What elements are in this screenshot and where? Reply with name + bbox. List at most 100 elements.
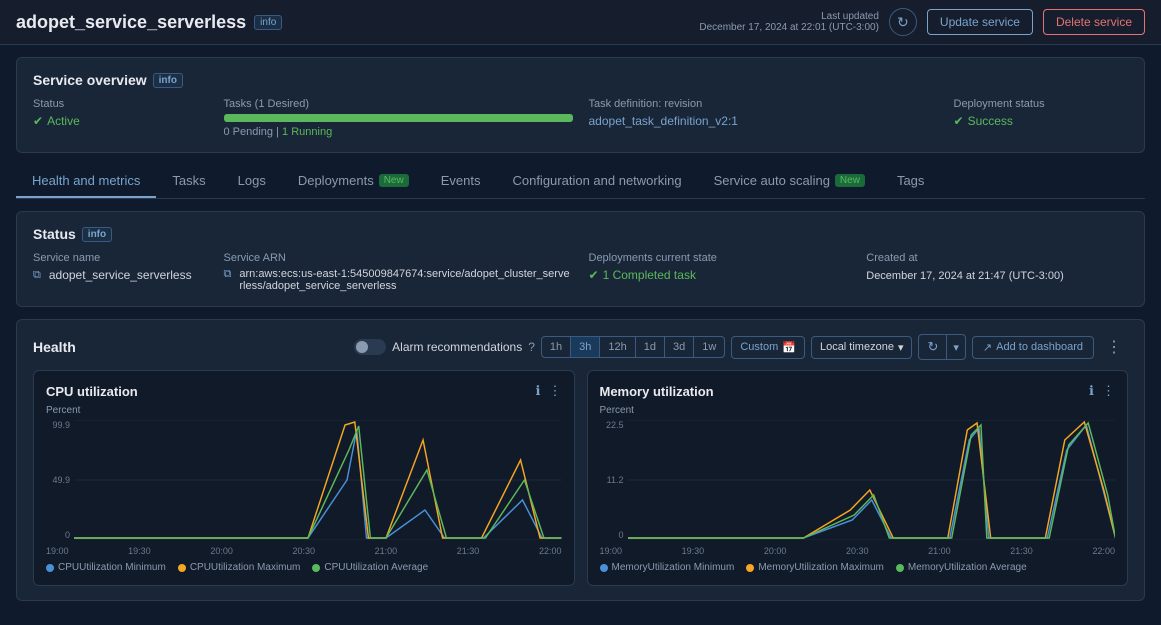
memory-min-dot (600, 564, 608, 572)
tasks-progress-fill (224, 114, 573, 122)
more-options-button[interactable]: ⋮ (1100, 335, 1128, 359)
memory-chart-svg (628, 420, 1116, 540)
header-bar: adopet_service_serverless info Last upda… (0, 0, 1161, 45)
cpu-chart-legend: CPUUtilization Minimum CPUUtilization Ma… (46, 562, 562, 573)
cpu-x-labels: 19:00 19:30 20:00 20:30 21:00 21:30 22:0… (46, 546, 562, 556)
deployment-status-item: Deployment status ✔ Success (954, 98, 1129, 138)
tab-deployments[interactable]: Deployments New (282, 165, 425, 198)
add-to-dashboard-button[interactable]: ↗ Add to dashboard (972, 336, 1094, 359)
created-at-field: Created at December 17, 2024 at 21:47 (U… (866, 252, 1128, 292)
memory-legend-min: MemoryUtilization Minimum (600, 562, 735, 573)
charts-grid: CPU utilization ℹ ⋮ Percent 99.9 49.9 0 (33, 370, 1128, 586)
copy-icon[interactable]: ⧉ (33, 269, 41, 282)
status-card: Status info Service name ⧉ adopet_servic… (16, 211, 1145, 307)
memory-chart-icons: ℹ ⋮ (1089, 383, 1115, 399)
cpu-y-label: Percent (46, 405, 562, 416)
cpu-chart-more-button[interactable]: ⋮ (549, 383, 562, 399)
tasks-item: Tasks (1 Desired) 0 Pending | 1 Running (224, 98, 573, 138)
overview-grid: Status ✔ Active Tasks (1 Desired) 0 Pend… (33, 98, 1128, 138)
time-range-1h[interactable]: 1h (542, 337, 571, 357)
cpu-legend-max: CPUUtilization Maximum (178, 562, 301, 573)
header-info-badge[interactable]: info (254, 15, 282, 30)
tasks-labels: 0 Pending | 1 Running (224, 126, 573, 138)
overview-info-badge[interactable]: info (153, 73, 183, 88)
memory-legend-max: MemoryUtilization Maximum (746, 562, 884, 573)
cpu-chart-icons: ℹ ⋮ (536, 383, 562, 399)
tab-autoscaling[interactable]: Service auto scaling New (698, 165, 881, 198)
memory-avg-dot (896, 564, 904, 572)
last-updated-text: Last updated December 17, 2024 at 22:01 … (699, 11, 879, 33)
alarm-info-icon[interactable]: ? (528, 340, 535, 354)
tab-logs[interactable]: Logs (222, 165, 282, 198)
custom-range-button[interactable]: Custom 📅 (731, 336, 805, 359)
time-range-3d[interactable]: 3d (665, 337, 694, 357)
memory-chart-card: Memory utilization ℹ ⋮ Percent 22.5 11.2… (587, 370, 1129, 586)
task-def-link[interactable]: adopet_task_definition_v2:1 (589, 114, 738, 128)
deployments-state-value: ✔ 1 Completed task (589, 268, 851, 282)
memory-y-axis: 22.5 11.2 0 (600, 420, 628, 540)
health-controls: Alarm recommendations ? 1h 3h 12h 1d 3d … (354, 334, 1128, 360)
calendar-icon: 📅 (782, 341, 796, 354)
update-service-button[interactable]: Update service (927, 9, 1033, 35)
cpu-legend-min: CPUUtilization Minimum (46, 562, 166, 573)
deployments-new-badge: New (379, 174, 409, 187)
refresh-chart-button[interactable]: ↻ (919, 335, 947, 359)
alarm-toggle-group: Alarm recommendations ? (354, 339, 535, 355)
refresh-btn-group: ↻ ▾ (918, 334, 965, 360)
cpu-chart-svg (74, 420, 562, 540)
chevron-down-icon: ▾ (898, 341, 904, 354)
cpu-min-dot (46, 564, 54, 572)
cpu-max-dot (178, 564, 186, 572)
status-info-badge[interactable]: info (82, 227, 112, 242)
tab-tags[interactable]: Tags (881, 165, 940, 198)
deployment-status-value: ✔ Success (954, 114, 1129, 128)
tab-tasks[interactable]: Tasks (156, 165, 221, 198)
time-range-group: 1h 3h 12h 1d 3d 1w (541, 336, 725, 358)
memory-chart-header: Memory utilization ℹ ⋮ (600, 383, 1116, 399)
tabs-bar: Health and metrics Tasks Logs Deployment… (16, 165, 1145, 199)
service-name-field: Service name ⧉ adopet_service_serverless (33, 252, 208, 292)
cpu-chart-area (74, 420, 562, 543)
health-title: Health (33, 339, 76, 355)
time-range-12h[interactable]: 12h (600, 337, 635, 357)
service-arn-link[interactable]: arn:aws:ecs:us-east-1:545009847674:servi… (239, 268, 572, 292)
refresh-button[interactable]: ↻ (889, 8, 917, 36)
memory-chart-more-button[interactable]: ⋮ (1102, 383, 1115, 399)
tab-events[interactable]: Events (425, 165, 497, 198)
memory-chart-title: Memory utilization (600, 384, 714, 399)
refresh-dropdown-button[interactable]: ▾ (947, 335, 965, 359)
memory-x-labels: 19:00 19:30 20:00 20:30 21:00 21:30 22:0… (600, 546, 1116, 556)
health-card: Health Alarm recommendations ? 1h 3h 12h… (16, 319, 1145, 601)
autoscaling-new-badge: New (835, 174, 865, 187)
status-grid: Service name ⧉ adopet_service_serverless… (33, 252, 1128, 292)
tasks-progress-bar (224, 114, 573, 122)
health-header: Health Alarm recommendations ? 1h 3h 12h… (33, 334, 1128, 360)
status-active: ✔ Active (33, 114, 208, 128)
status-section-title: Status info (33, 226, 1128, 242)
service-overview-card: Service overview info Status ✔ Active Ta… (16, 57, 1145, 153)
tab-health[interactable]: Health and metrics (16, 165, 156, 198)
memory-y-label: Percent (600, 405, 1116, 416)
memory-legend-avg: MemoryUtilization Average (896, 562, 1027, 573)
arn-copy-icon[interactable]: ⧉ (224, 268, 232, 281)
cpu-chart-header: CPU utilization ℹ ⋮ (46, 383, 562, 399)
tab-configuration[interactable]: Configuration and networking (496, 165, 697, 198)
delete-service-button[interactable]: Delete service (1043, 9, 1145, 35)
header-right: Last updated December 17, 2024 at 22:01 … (699, 8, 1145, 36)
cpu-chart-title: CPU utilization (46, 384, 138, 399)
cpu-chart-info-button[interactable]: ℹ (536, 383, 541, 399)
deployments-state-field: Deployments current state ✔ 1 Completed … (589, 252, 851, 292)
timezone-selector[interactable]: Local timezone ▾ (811, 336, 913, 359)
time-range-1d[interactable]: 1d (636, 337, 665, 357)
memory-chart-info-button[interactable]: ℹ (1089, 383, 1094, 399)
time-range-1w[interactable]: 1w (694, 337, 724, 357)
main-content: Service overview info Status ✔ Active Ta… (0, 45, 1161, 625)
header-left: adopet_service_serverless info (16, 12, 282, 33)
status-item: Status ✔ Active (33, 98, 208, 138)
page-title: adopet_service_serverless (16, 12, 246, 33)
memory-max-dot (746, 564, 754, 572)
alarm-toggle-switch[interactable] (354, 339, 386, 355)
time-range-3h[interactable]: 3h (571, 337, 600, 357)
task-def-item: Task definition: revision adopet_task_de… (589, 98, 938, 138)
memory-chart-area (628, 420, 1116, 543)
